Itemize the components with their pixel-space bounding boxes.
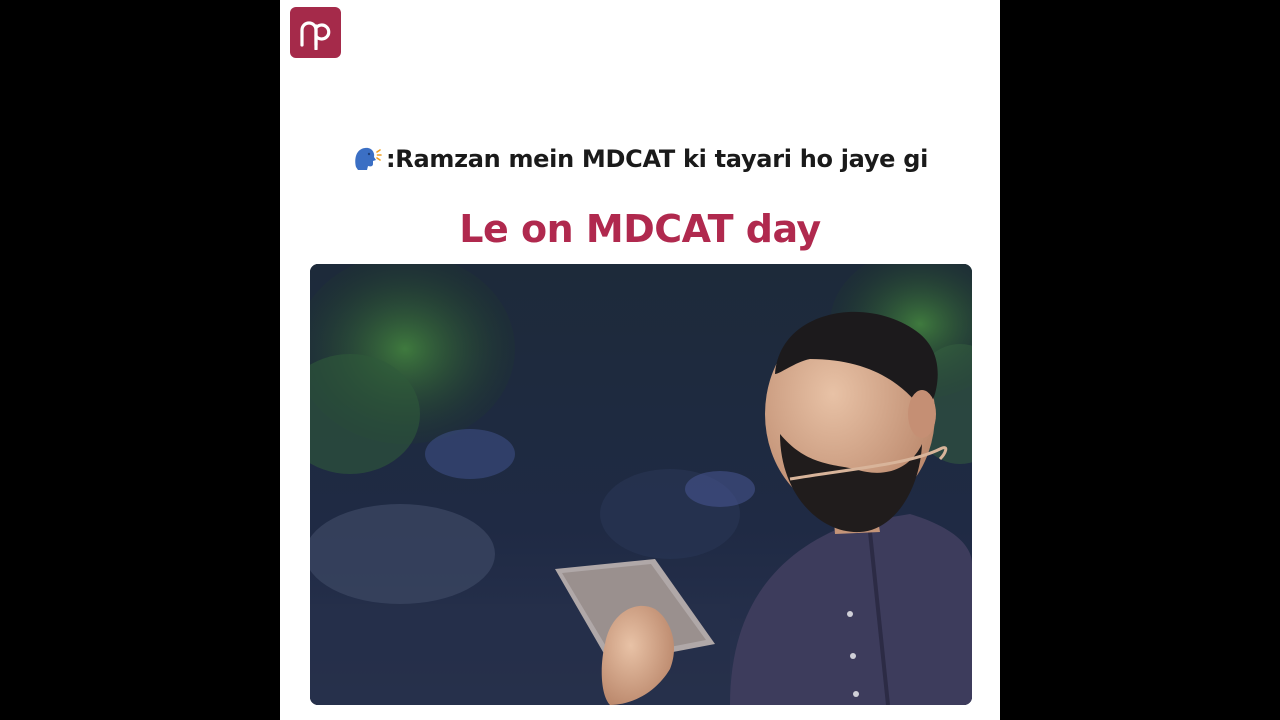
- speaking-head-icon: [352, 143, 382, 173]
- meme-video[interactable]: [310, 264, 972, 705]
- caption-text: :Ramzan mein MDCAT ki tayari ho jaye gi: [385, 145, 929, 173]
- man-holding-tablet-image: [310, 264, 972, 705]
- meme-caption: :Ramzan mein MDCAT ki tayari ho jaye gi: [280, 143, 1000, 173]
- meme-headline: Le on MDCAT day: [459, 207, 821, 251]
- meme-card: :Ramzan mein MDCAT ki tayari ho jaye gi …: [280, 0, 1000, 720]
- np-logo-icon: [299, 20, 330, 50]
- brand-logo: [290, 7, 341, 58]
- video-frame: :Ramzan mein MDCAT ki tayari ho jaye gi …: [0, 0, 1280, 720]
